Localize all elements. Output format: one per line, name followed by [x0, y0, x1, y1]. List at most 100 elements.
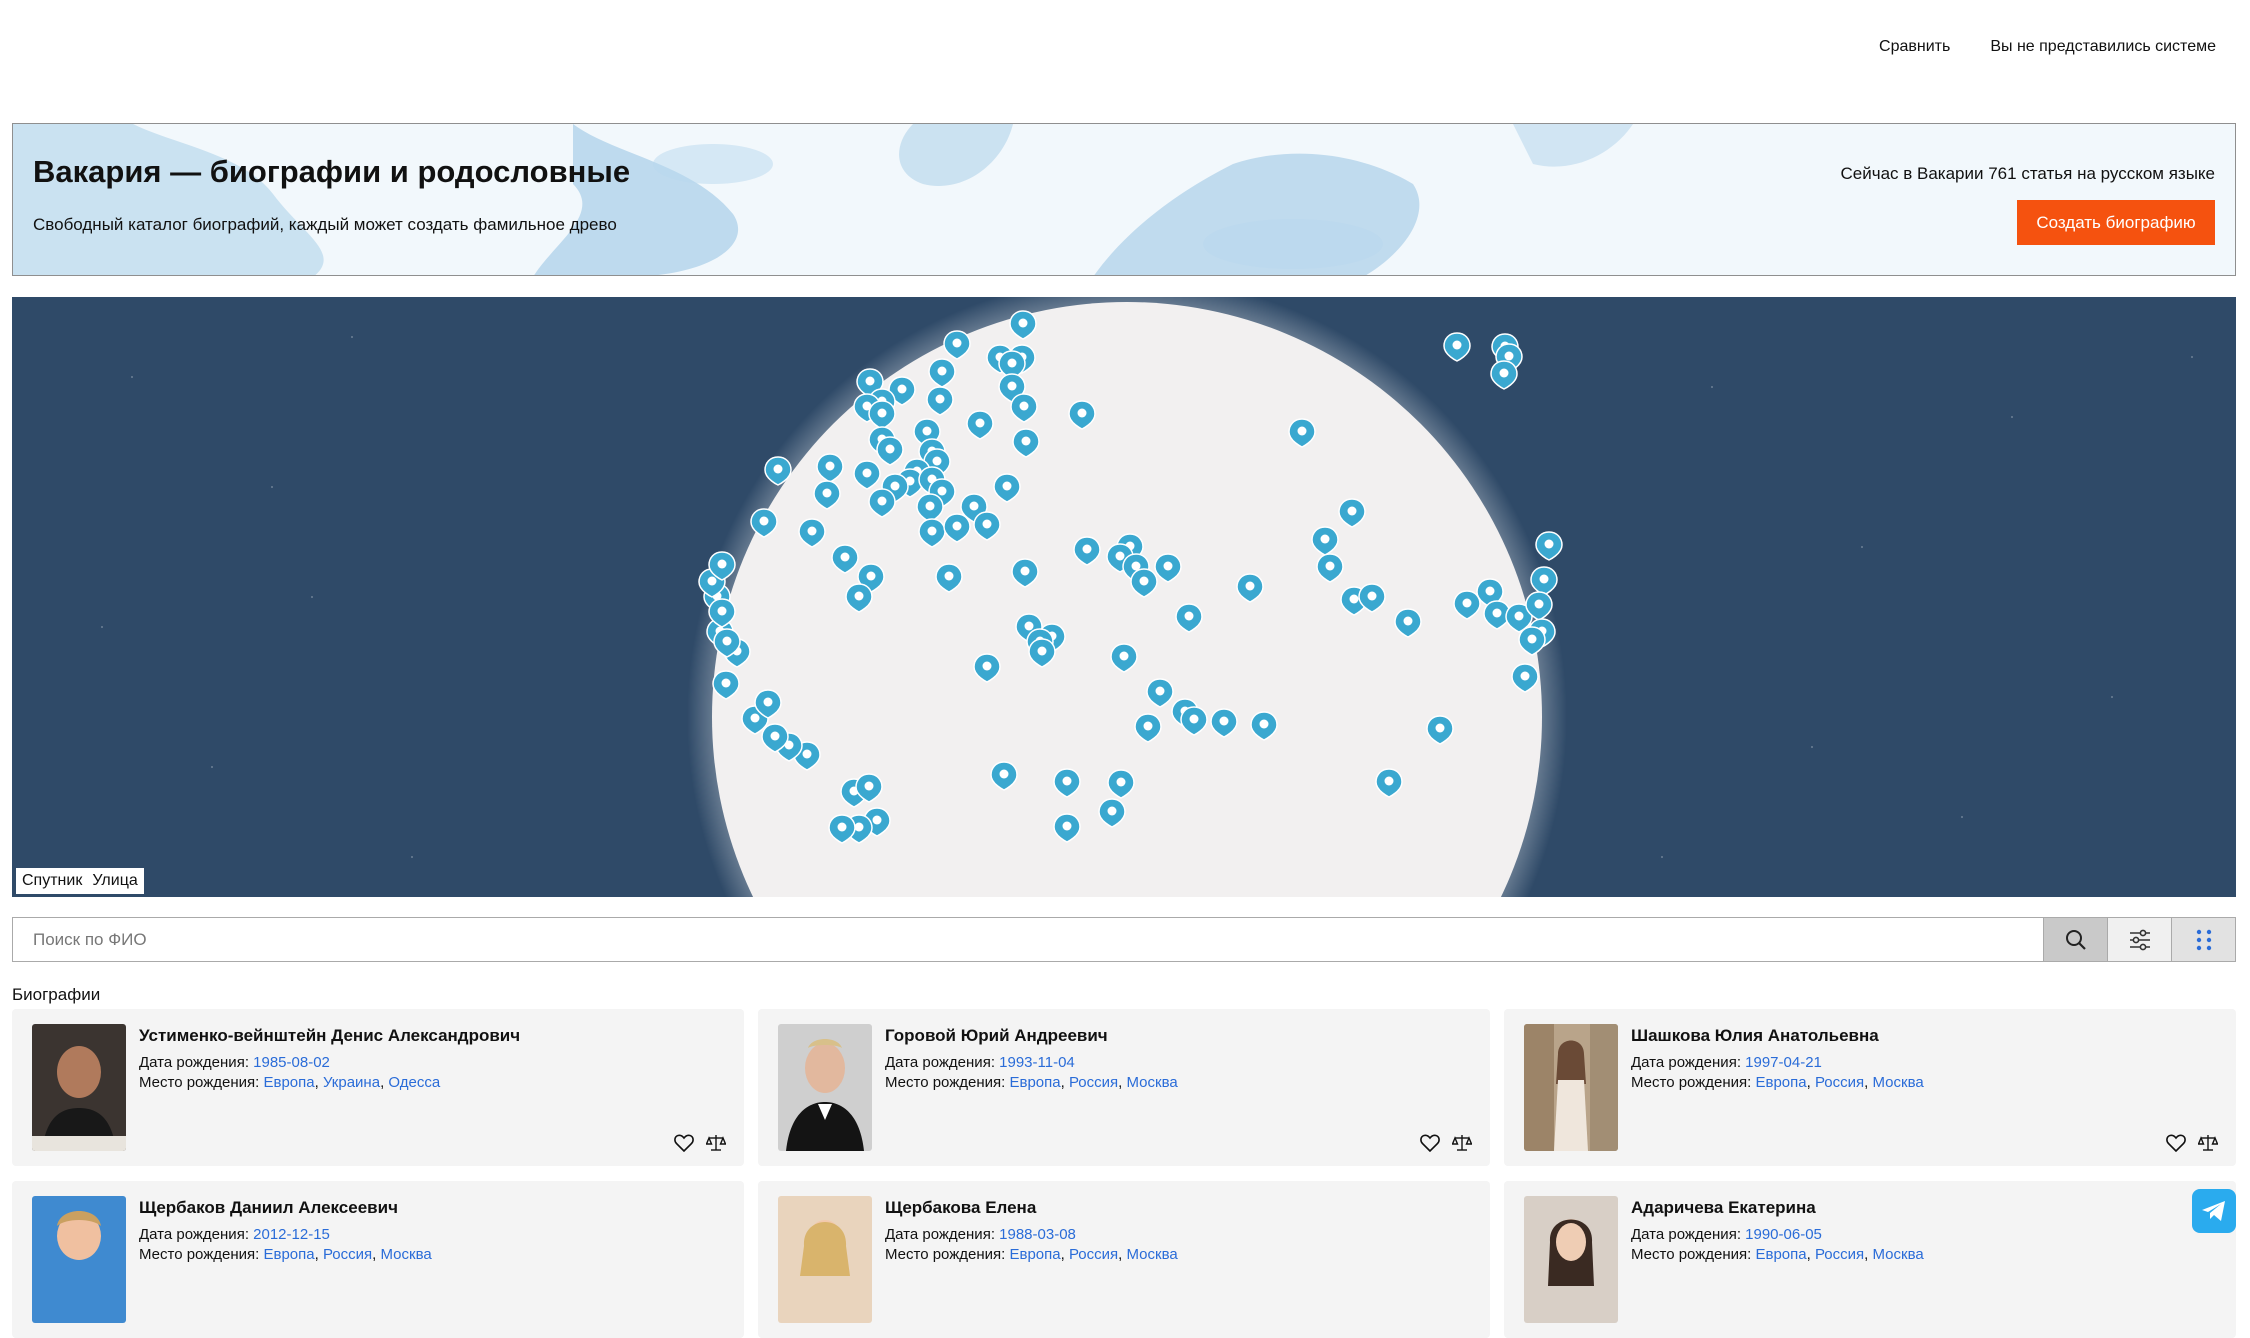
favorite-button[interactable]: [2166, 1134, 2186, 1152]
birth-date-row: Дата рождения: 2012-12-15: [139, 1226, 330, 1243]
place-city-link[interactable]: Одесса: [388, 1074, 440, 1091]
birth-place-row: Место рождения: Европа, Россия, Москва: [885, 1074, 1178, 1091]
birth-date-row: Дата рождения: 1988-03-08: [885, 1226, 1076, 1243]
avatar[interactable]: [32, 1024, 126, 1151]
person-name[interactable]: Устименко-вейнштейн Денис Александрович: [139, 1026, 520, 1046]
place-continent-link[interactable]: Европа: [1009, 1246, 1060, 1263]
person-name[interactable]: Щербакова Елена: [885, 1198, 1036, 1218]
search-input[interactable]: [13, 918, 2043, 961]
biography-card[interactable]: Щербакова Елена Дата рождения: 1988-03-0…: [758, 1181, 1490, 1338]
place-continent-link[interactable]: Европа: [1009, 1074, 1060, 1091]
compare-link[interactable]: Сравнить: [1879, 38, 1950, 56]
place-city-link[interactable]: Москва: [1127, 1074, 1178, 1091]
avatar[interactable]: [778, 1024, 872, 1151]
biographies-heading: Биографии: [12, 985, 101, 1004]
birth-date-label: Дата рождения:: [885, 1054, 1000, 1071]
birth-date-label: Дата рождения:: [885, 1226, 1000, 1243]
compare-button[interactable]: [1452, 1134, 1472, 1152]
birth-place-row: Место рождения: Европа, Россия, Москва: [885, 1246, 1178, 1263]
search-bar: [12, 917, 2236, 962]
avatar[interactable]: [1524, 1196, 1618, 1323]
heart-icon: [1420, 1134, 1440, 1152]
create-biography-button[interactable]: Создать биографию: [2017, 200, 2215, 245]
place-city-link[interactable]: Москва: [381, 1246, 432, 1263]
article-count: Сейчас в Вакарии 761 статья на русском я…: [1840, 164, 2215, 183]
biography-card[interactable]: Адаричева Екатерина Дата рождения: 1990-…: [1504, 1181, 2236, 1338]
place-city-link[interactable]: Москва: [1873, 1074, 1924, 1091]
place-country-link[interactable]: Россия: [1815, 1074, 1864, 1091]
person-name[interactable]: Горовой Юрий Андреевич: [885, 1026, 1108, 1046]
birth-date-link[interactable]: 1997-04-21: [1745, 1054, 1822, 1071]
person-name[interactable]: Шашкова Юлия Анатольевна: [1631, 1026, 1879, 1046]
layer-street[interactable]: Улица: [92, 872, 137, 890]
birth-place-label: Место рождения:: [139, 1074, 264, 1091]
birth-place-row: Место рождения: Европа, Россия, Москва: [1631, 1246, 1924, 1263]
map-canvas[interactable]: [12, 297, 2236, 897]
birth-date-link[interactable]: 1988-03-08: [999, 1226, 1076, 1243]
sliders-icon: [2129, 929, 2150, 950]
biography-card[interactable]: Горовой Юрий Андреевич Дата рождения: 19…: [758, 1009, 1490, 1166]
birth-date-label: Дата рождения:: [1631, 1054, 1746, 1071]
search-button[interactable]: [2043, 918, 2107, 961]
place-country-link[interactable]: Россия: [323, 1246, 372, 1263]
scales-icon: [706, 1135, 726, 1151]
card-actions: [1420, 1134, 1472, 1152]
grid-dots-icon: [2196, 929, 2211, 950]
birth-date-link[interactable]: 1990-06-05: [1745, 1226, 1822, 1243]
place-city-link[interactable]: Москва: [1873, 1246, 1924, 1263]
birth-date-row: Дата рождения: 1993-11-04: [885, 1054, 1075, 1071]
person-name[interactable]: Адаричева Екатерина: [1631, 1198, 1816, 1218]
birth-date-link[interactable]: 2012-12-15: [253, 1226, 330, 1243]
avatar[interactable]: [1524, 1024, 1618, 1151]
birth-date-link[interactable]: 1993-11-04: [999, 1054, 1075, 1071]
birth-date-row: Дата рождения: 1990-06-05: [1631, 1226, 1822, 1243]
telegram-button[interactable]: [2192, 1189, 2236, 1233]
hero-banner: Вакария — биографии и родословные Свобод…: [12, 123, 2236, 276]
top-nav: Сравнить Вы не представились системе: [1879, 38, 2216, 56]
compare-button[interactable]: [706, 1134, 726, 1152]
place-country-link[interactable]: Россия: [1069, 1074, 1118, 1091]
place-continent-link[interactable]: Европа: [263, 1074, 314, 1091]
biography-card[interactable]: Устименко-вейнштейн Денис Александрович …: [12, 1009, 744, 1166]
place-continent-link[interactable]: Европа: [1755, 1246, 1806, 1263]
site-subtitle: Свободный каталог биографий, каждый може…: [33, 215, 617, 234]
search-icon: [2065, 929, 2086, 950]
place-city-link[interactable]: Москва: [1127, 1246, 1178, 1263]
layer-satellite[interactable]: Спутник: [22, 872, 82, 890]
avatar[interactable]: [32, 1196, 126, 1323]
birth-date-row: Дата рождения: 1997-04-21: [1631, 1054, 1822, 1071]
world-map[interactable]: Спутник Улица: [12, 297, 2236, 897]
heart-icon: [674, 1134, 694, 1152]
grid-view-button[interactable]: [2171, 918, 2235, 961]
card-actions: [2166, 1134, 2218, 1152]
biography-card[interactable]: Щербаков Даниил Алексеевич Дата рождения…: [12, 1181, 744, 1338]
place-country-link[interactable]: Россия: [1069, 1246, 1118, 1263]
person-name[interactable]: Щербаков Даниил Алексеевич: [139, 1198, 398, 1218]
biography-card[interactable]: Шашкова Юлия Анатольевна Дата рождения: …: [1504, 1009, 2236, 1166]
favorite-button[interactable]: [1420, 1134, 1440, 1152]
birth-place-row: Место рождения: Европа, Украина, Одесса: [139, 1074, 441, 1091]
birth-place-label: Место рождения:: [885, 1246, 1010, 1263]
scales-icon: [1452, 1135, 1472, 1151]
place-country-link[interactable]: Украина: [323, 1074, 380, 1091]
place-continent-link[interactable]: Европа: [1755, 1074, 1806, 1091]
birth-place-label: Место рождения:: [1631, 1074, 1756, 1091]
birth-date-link[interactable]: 1985-08-02: [253, 1054, 330, 1071]
compare-button[interactable]: [2198, 1134, 2218, 1152]
map-layer-toggle: Спутник Улица: [16, 868, 144, 894]
heart-icon: [2166, 1134, 2186, 1152]
birth-place-label: Место рождения:: [1631, 1246, 1756, 1263]
birth-place-row: Место рождения: Европа, Россия, Москва: [1631, 1074, 1924, 1091]
place-country-link[interactable]: Россия: [1815, 1246, 1864, 1263]
birth-date-label: Дата рождения:: [139, 1054, 254, 1071]
avatar[interactable]: [778, 1196, 872, 1323]
place-continent-link[interactable]: Европа: [263, 1246, 314, 1263]
login-status-link[interactable]: Вы не представились системе: [1990, 38, 2216, 56]
favorite-button[interactable]: [674, 1134, 694, 1152]
birth-place-label: Место рождения:: [139, 1246, 264, 1263]
filters-button[interactable]: [2107, 918, 2171, 961]
birth-date-label: Дата рождения:: [139, 1226, 254, 1243]
birth-place-row: Место рождения: Европа, Россия, Москва: [139, 1246, 432, 1263]
site-title: Вакария — биографии и родословные: [33, 154, 631, 189]
birth-date-label: Дата рождения:: [1631, 1226, 1746, 1243]
